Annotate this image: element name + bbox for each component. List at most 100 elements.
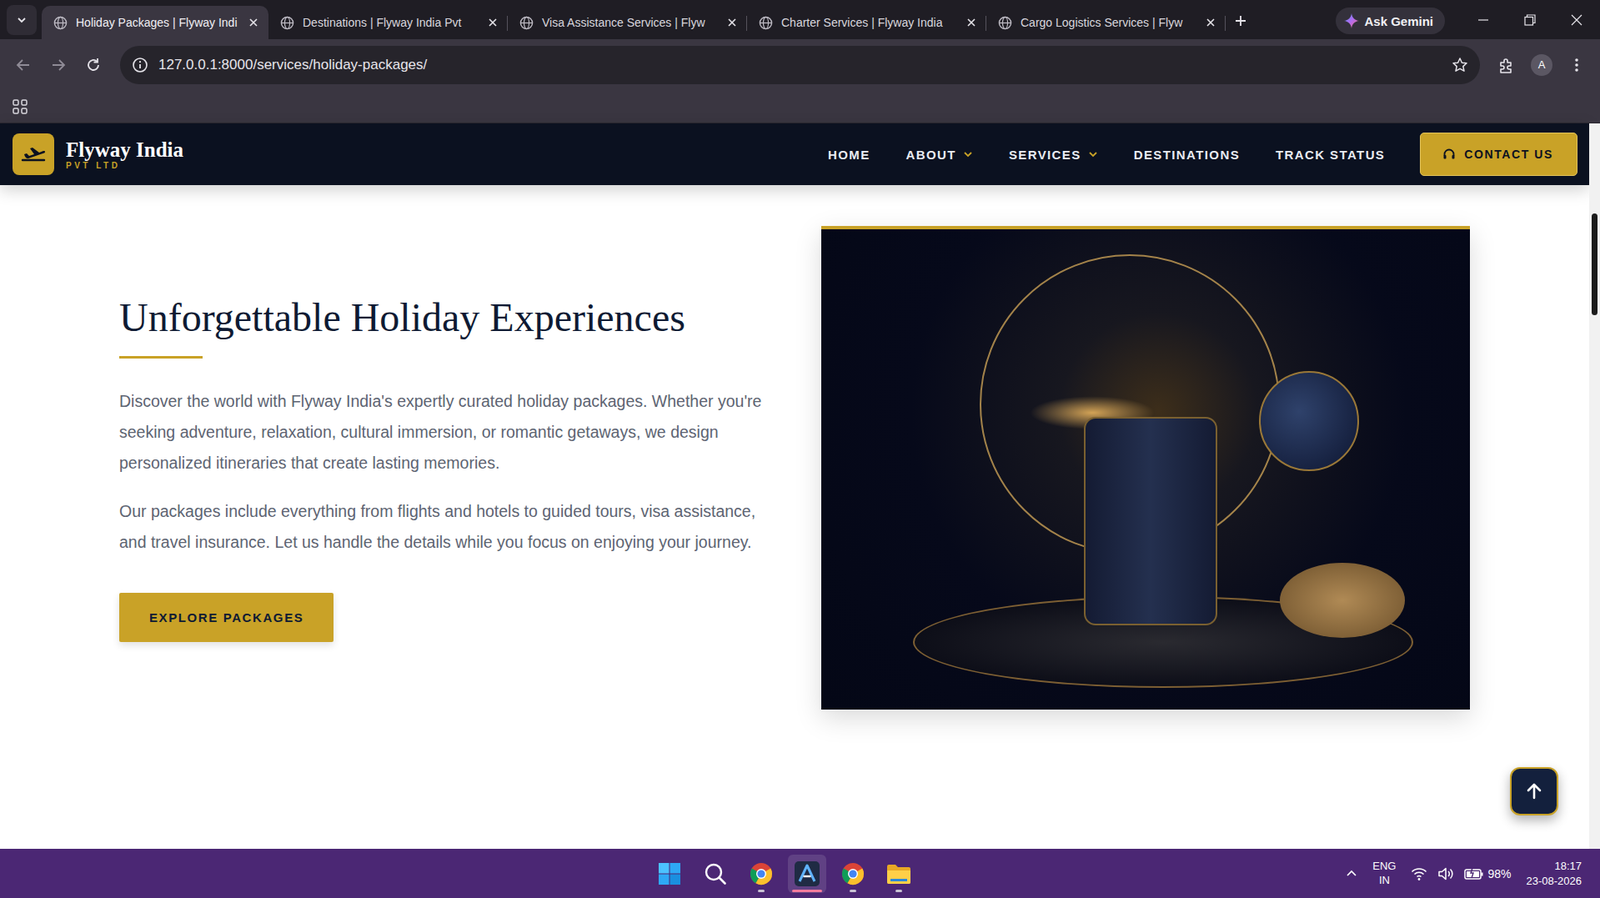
tab-label: Cargo Logistics Services | Flyw bbox=[1020, 15, 1198, 30]
nav-link[interactable]: SERVICES bbox=[1008, 147, 1099, 162]
close-icon[interactable] bbox=[727, 17, 738, 28]
forward-button[interactable] bbox=[43, 50, 74, 81]
globe-icon bbox=[53, 15, 68, 31]
extensions-button[interactable] bbox=[1491, 50, 1522, 81]
address-text[interactable]: 127.0.0.1:8000/services/holiday-packages… bbox=[158, 56, 1442, 74]
tab-separator bbox=[506, 15, 508, 31]
start-icon bbox=[657, 861, 683, 887]
clock[interactable]: 18:1723-08-2026 bbox=[1521, 858, 1583, 888]
nav-label: ABOUT bbox=[906, 147, 957, 162]
browser-tab[interactable]: Cargo Logistics Services | Flyw bbox=[986, 5, 1226, 40]
search-icon bbox=[702, 861, 728, 887]
chevron-down-icon bbox=[963, 149, 974, 160]
web-page: Flyway IndiaPVT LTD HOME ABOUT SERVICES DEST… bbox=[0, 123, 1590, 849]
browser-tab[interactable]: Charter Services | Flyway India bbox=[747, 5, 987, 40]
site-info-icon[interactable] bbox=[131, 56, 149, 74]
browser-toolbar: 127.0.0.1:8000/services/holiday-packages… bbox=[0, 39, 1600, 91]
tab-label: Destinations | Flyway India Pvt bbox=[302, 15, 480, 30]
language-indicator[interactable]: ENGIN bbox=[1367, 859, 1401, 888]
region: IN bbox=[1379, 873, 1390, 888]
scrollbar-thumb[interactable] bbox=[1591, 213, 1598, 316]
puzzle-icon bbox=[1497, 55, 1516, 75]
reload-button[interactable] bbox=[78, 50, 109, 81]
browser-tab[interactable]: Visa Assistance Services | Flyw bbox=[507, 5, 748, 40]
close-icon[interactable] bbox=[248, 17, 259, 28]
new-tab-button[interactable] bbox=[1225, 5, 1256, 36]
logo-subtitle: PVT LTD bbox=[65, 160, 184, 171]
site-logo[interactable]: Flyway IndiaPVT LTD bbox=[12, 133, 184, 176]
forward-arrow-icon bbox=[50, 56, 67, 74]
restore-button[interactable] bbox=[1506, 0, 1554, 40]
tab-separator bbox=[1224, 15, 1226, 31]
running-indicator bbox=[757, 889, 765, 893]
globe-icon bbox=[519, 15, 534, 31]
taskbar-app[interactable] bbox=[833, 854, 873, 893]
menu-button[interactable] bbox=[1561, 50, 1592, 81]
scroll-top-button[interactable] bbox=[1509, 767, 1559, 816]
back-arrow-icon bbox=[15, 56, 32, 74]
hero-text: Unforgettable Holiday ExperiencesDiscove… bbox=[119, 293, 772, 643]
close-icon[interactable] bbox=[487, 17, 498, 28]
more-dots-icon bbox=[1574, 56, 1580, 74]
time: 18:17 bbox=[1554, 858, 1582, 874]
tab-search-button[interactable] bbox=[6, 5, 37, 36]
taskbar-app[interactable] bbox=[650, 854, 689, 893]
taskbar-app[interactable] bbox=[787, 854, 827, 893]
logo-badge bbox=[12, 133, 55, 176]
ask-gemini-button[interactable]: Ask Gemini bbox=[1335, 7, 1445, 35]
close-icon[interactable] bbox=[966, 17, 977, 28]
volume-icon[interactable] bbox=[1437, 866, 1455, 882]
tab-separator bbox=[985, 15, 987, 31]
taskbar-app[interactable] bbox=[879, 854, 918, 893]
nav-link[interactable]: DESTINATIONS bbox=[1133, 147, 1240, 162]
nav-label: TRACK STATUS bbox=[1275, 147, 1385, 162]
minimize-button[interactable] bbox=[1459, 0, 1507, 40]
plus-icon bbox=[1233, 14, 1248, 28]
explore-button[interactable]: EXPLORE PACKAGES bbox=[119, 592, 334, 643]
chevron-up-icon[interactable] bbox=[1345, 867, 1358, 880]
chevron-down-icon bbox=[15, 14, 28, 26]
page-scrollbar[interactable] bbox=[1589, 123, 1600, 849]
nav-label: HOME bbox=[827, 147, 871, 162]
explore-label: EXPLORE PACKAGES bbox=[149, 610, 304, 625]
taskbar-app[interactable] bbox=[742, 854, 781, 893]
taskbar-app[interactable] bbox=[696, 854, 735, 893]
apps-grid-icon[interactable] bbox=[11, 98, 29, 116]
nav-label: SERVICES bbox=[1008, 147, 1082, 162]
address-bar[interactable]: 127.0.0.1:8000/services/holiday-packages… bbox=[120, 45, 1480, 85]
system-tray: ENGIN 98% 18:1723-08-2026 bbox=[1345, 858, 1600, 888]
hero-paragraph: Our packages include everything from fli… bbox=[119, 496, 772, 558]
running-indicator bbox=[849, 889, 857, 893]
minimize-icon bbox=[1477, 14, 1490, 26]
web-viewport: Flyway IndiaPVT LTD HOME ABOUT SERVICES DEST… bbox=[0, 123, 1600, 849]
profile-avatar: A bbox=[1530, 54, 1553, 76]
nav-label: DESTINATIONS bbox=[1133, 147, 1240, 162]
files-icon bbox=[885, 862, 913, 886]
arrow-up-icon bbox=[1524, 782, 1544, 801]
star-icon[interactable] bbox=[1451, 56, 1469, 74]
hero-paragraph: Discover the world with Flyway India's e… bbox=[119, 386, 772, 479]
chrome-icon bbox=[840, 861, 866, 887]
close-button[interactable] bbox=[1553, 0, 1600, 40]
battery-indicator[interactable]: 98% bbox=[1464, 867, 1511, 881]
browser-tab[interactable]: Holiday Packages | Flyway Indi bbox=[41, 5, 269, 40]
date: 23-08-2026 bbox=[1526, 873, 1583, 889]
title-underline bbox=[119, 356, 203, 359]
nav-link[interactable]: TRACK STATUS bbox=[1275, 147, 1385, 162]
nav-link[interactable]: HOME bbox=[827, 147, 871, 162]
tab-label: Visa Assistance Services | Flyw bbox=[541, 15, 719, 30]
back-button[interactable] bbox=[8, 50, 39, 81]
contact-button[interactable]: CONTACT US bbox=[1419, 132, 1578, 176]
wifi-icon[interactable] bbox=[1410, 866, 1428, 882]
running-indicator bbox=[792, 889, 823, 893]
hero-section: Unforgettable Holiday ExperiencesDiscove… bbox=[0, 185, 1590, 849]
profile-button[interactable]: A bbox=[1526, 50, 1557, 81]
sparkle-icon bbox=[1344, 13, 1360, 29]
browser-tab[interactable]: Destinations | Flyway India Pvt bbox=[268, 5, 508, 40]
battery-level: 98% bbox=[1487, 867, 1511, 881]
close-icon[interactable] bbox=[1205, 17, 1216, 28]
battery-icon bbox=[1464, 867, 1485, 881]
running-indicator bbox=[895, 889, 903, 893]
nav-link[interactable]: ABOUT bbox=[906, 147, 974, 162]
tab-strip: Holiday Packages | Flyway Indi Destinatio… bbox=[0, 0, 1600, 40]
